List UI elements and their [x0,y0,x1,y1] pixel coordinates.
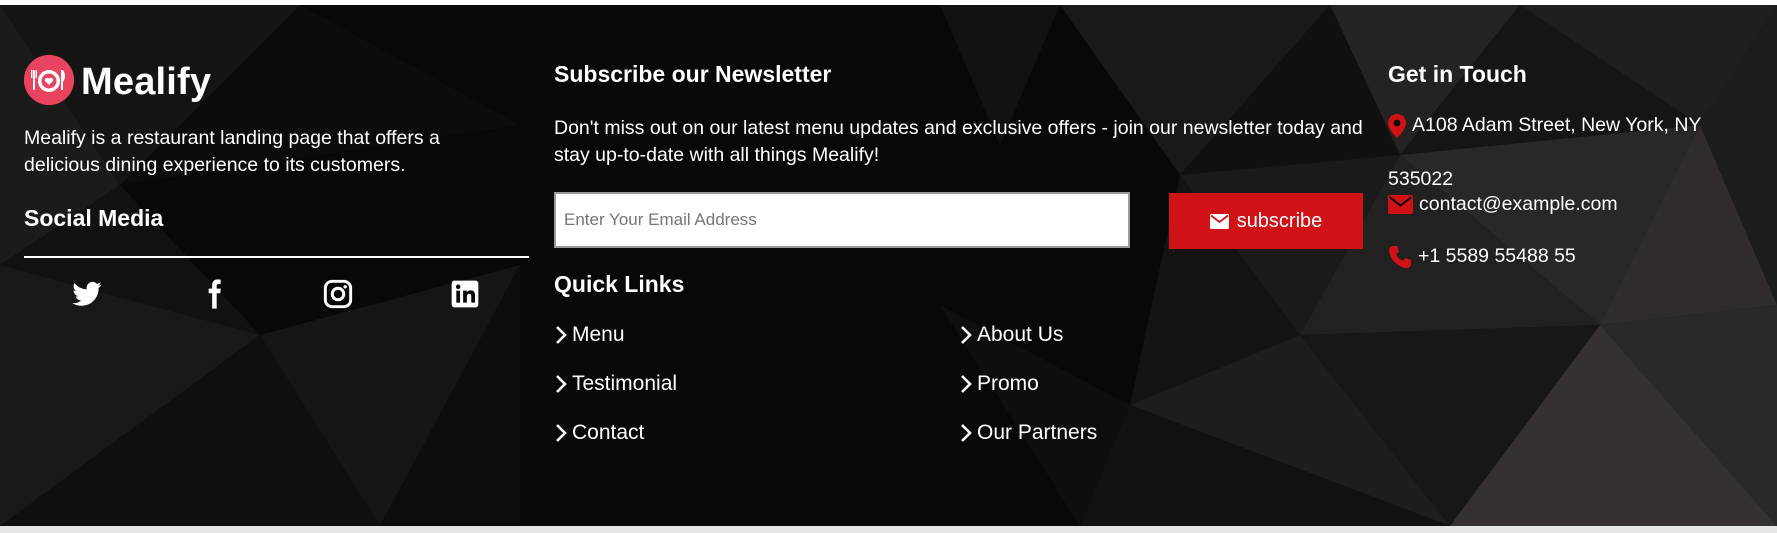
quick-links-heading: Quick Links [554,271,685,297]
chevron-right-icon [556,423,567,442]
newsletter-text: Don't miss out on our latest menu update… [554,117,1363,166]
brand-logo[interactable] [24,55,74,105]
address-line-1: A108 Adam Street, New York, NY [1412,114,1702,137]
envelope-icon [1388,195,1413,215]
contact-phone[interactable]: +1 5589 55488 55 [1388,245,1576,269]
instagram-icon[interactable] [322,278,354,310]
address-line-2: 535022 [1388,168,1454,190]
quick-link-promo[interactable]: Promo [959,373,1039,394]
quick-link-about-us[interactable]: About Us [959,324,1063,345]
contact-address: A108 Adam Street, New York, NY [1388,114,1701,138]
contact-email[interactable]: contact@example.com [1388,194,1618,215]
site-footer: Mealify Mealify is a restaurant landing … [0,5,1777,526]
social-divider [24,256,529,258]
quick-link-contact[interactable]: Contact [554,422,644,443]
phone-icon [1389,246,1411,268]
newsletter-heading: Subscribe our Newsletter [554,61,832,87]
quick-link-our-partners[interactable]: Our Partners [959,422,1097,443]
subscribe-button[interactable]: subscribe [1169,193,1363,249]
map-marker-icon [1388,114,1406,138]
quick-link-menu[interactable]: Menu [554,324,625,345]
chevron-right-icon [556,374,567,393]
chevron-right-icon [961,374,972,393]
get-in-touch-heading: Get in Touch [1388,61,1527,87]
quick-link-testimonial[interactable]: Testimonial [554,373,677,394]
phone-number[interactable]: +1 5589 55488 55 [1418,247,1576,267]
facebook-icon[interactable] [198,278,230,310]
twitter-icon[interactable] [71,278,103,310]
brand-description: Mealify is a restaurant landing page tha… [24,127,440,176]
linkedin-icon[interactable] [449,278,481,310]
envelope-icon [1209,213,1229,229]
social-media-heading: Social Media [24,205,164,231]
subscribe-label: subscribe [1236,209,1323,232]
page-bottom-strip [0,526,1777,533]
brand-name[interactable]: Mealify [81,63,211,101]
chevron-right-icon [556,325,567,344]
chevron-right-icon [961,423,972,442]
email-input[interactable] [554,192,1130,248]
email-address[interactable]: contact@example.com [1419,194,1618,215]
dish-icon [24,55,74,105]
chevron-right-icon [961,325,972,344]
